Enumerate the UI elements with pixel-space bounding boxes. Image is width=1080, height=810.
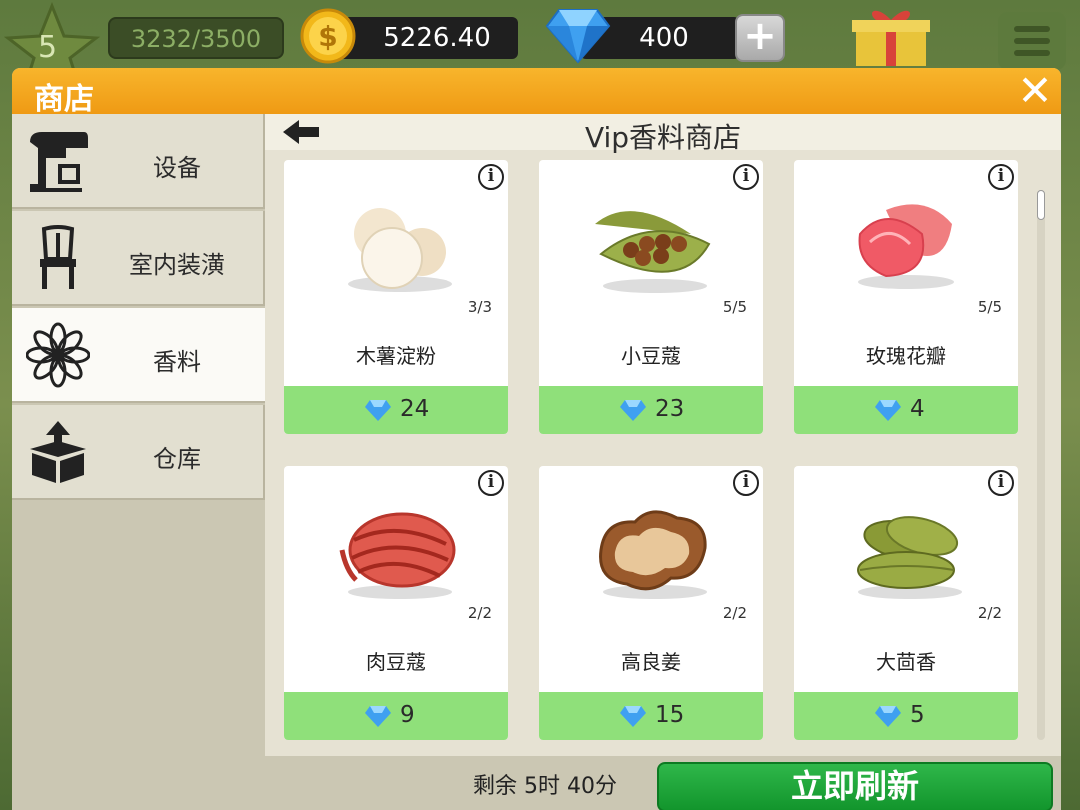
item-card[interactable]: i 3/3 木薯淀粉 24 [284,160,508,434]
sidebar-item-spices[interactable]: 香料 [12,308,267,403]
sub-header: Vip香料商店 [265,114,1061,154]
shop-panel: 商店 ✕ 设备 室内装潢 香料 仓库 Vip香料商店 i 3/3 木薯淀粉 24… [12,68,1061,810]
gift-icon[interactable] [846,4,936,68]
sidebar-item-decor[interactable]: 室内装潢 [12,211,265,306]
scrollbar[interactable] [1037,190,1045,740]
shop-footer: 剩余 5时 40分 立即刷新 [265,756,1061,810]
item-grid: i 3/3 木薯淀粉 24 i 5/5 小豆蔻 23 i 5/5 玫瑰花瓣 4 … [265,150,1055,760]
stock-count: 3/3 [467,298,492,316]
price-value: 9 [400,702,415,728]
stock-count: 2/2 [977,604,1002,622]
item-card[interactable]: i 5/5 小豆蔻 23 [539,160,763,434]
item-card[interactable]: i 2/2 高良姜 15 [539,466,763,740]
green-pods-icon [857,516,962,599]
price-button[interactable]: 4 [794,386,1018,434]
info-icon[interactable]: i [988,164,1014,190]
info-icon[interactable]: i [733,470,759,496]
blue-diamond-icon [365,706,391,727]
scroll-thumb[interactable] [1037,190,1045,220]
spice-shop-content: Vip香料商店 i 3/3 木薯淀粉 24 i 5/5 小豆蔻 23 i 5/5… [265,114,1061,810]
item-name: 肉豆蔻 [366,650,426,674]
chair-icon [40,225,76,289]
item-name: 玫瑰花瓣 [866,344,946,368]
mixer-icon [30,132,88,192]
blue-diamond-icon [545,9,611,64]
close-button[interactable]: ✕ [1015,70,1055,112]
info-icon[interactable]: i [478,470,504,496]
sidebar-item-label: 室内装潢 [129,251,225,279]
cassava-starch-icon [348,208,452,292]
item-name: 木薯淀粉 [356,344,436,368]
rose-petals-icon [858,204,954,289]
sidebar-item-label: 香料 [153,348,201,376]
info-icon[interactable]: i [733,164,759,190]
nutmeg-mace-icon [339,512,456,599]
coin-amount: 5226.40 [383,23,491,53]
blue-diamond-icon [365,400,391,421]
stock-count: 5/5 [722,298,747,316]
stock-count: 2/2 [467,604,492,622]
menu-button[interactable] [998,12,1066,70]
price-button[interactable]: 5 [794,692,1018,740]
price-value: 15 [655,702,685,728]
sidebar: 设备 室内装潢 香料 仓库 [12,114,267,810]
item-name: 大茴香 [876,650,936,674]
blue-diamond-icon [620,706,646,727]
panel-header: 商店 ✕ [12,68,1061,117]
top-hud: 5 3232/3500 $ 5226.40 400 + [0,0,1080,94]
price-button[interactable]: 15 [539,692,763,740]
blue-diamond-icon [875,400,901,421]
anise-star-icon [26,322,90,388]
svg-text:$: $ [318,20,337,53]
info-icon[interactable]: i [478,164,504,190]
sidebar-item-label: 仓库 [153,445,201,473]
sidebar-item-equipment[interactable]: 设备 [12,114,265,209]
cardamom-icon [595,211,711,293]
blue-diamond-icon [875,706,901,727]
gem-amount: 400 [639,23,689,53]
price-value: 5 [910,702,925,728]
item-card[interactable]: i 2/2 大茴香 5 [794,466,1018,740]
price-value: 24 [400,396,430,422]
price-button[interactable]: 24 [284,386,508,434]
stock-count: 2/2 [722,604,747,622]
sidebar-item-label: 设备 [153,154,201,182]
item-card[interactable]: i 2/2 肉豆蔻 9 [284,466,508,740]
box-icon [30,421,86,483]
item-name: 小豆蔻 [621,344,681,368]
galangal-icon [599,510,707,599]
sidebar-item-storage[interactable]: 仓库 [12,405,265,500]
blue-diamond-icon [620,400,646,421]
add-gems-button[interactable]: + [735,14,785,62]
gold-coin-icon: $ [300,8,356,64]
refresh-timer: 剩余 5时 40分 [473,774,617,799]
price-button[interactable]: 23 [539,386,763,434]
xp-bar: 3232/3500 [108,17,284,59]
item-card[interactable]: i 5/5 玫瑰花瓣 4 [794,160,1018,434]
price-value: 23 [655,396,685,422]
price-button[interactable]: 9 [284,692,508,740]
xp-text: 3232/3500 [130,25,262,53]
page-title: 商店 [34,82,94,117]
refresh-now-button[interactable]: 立即刷新 [657,762,1053,810]
price-value: 4 [910,396,925,422]
stock-count: 5/5 [977,298,1002,316]
level-number: 5 [38,30,58,65]
item-name: 高良姜 [621,650,681,674]
menu-icon [1014,26,1050,32]
info-icon[interactable]: i [988,470,1014,496]
